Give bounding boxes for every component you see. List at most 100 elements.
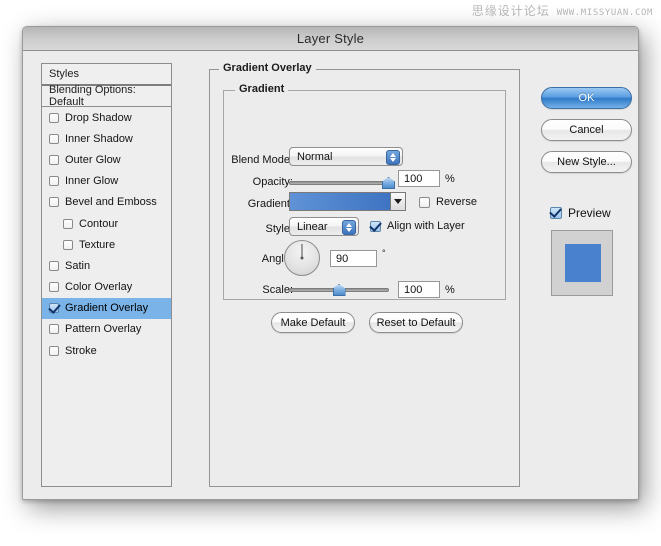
blend-mode-value: Normal bbox=[297, 150, 333, 163]
gradient-swatch[interactable] bbox=[289, 192, 406, 211]
sidebar-item-label: Outer Glow bbox=[65, 153, 121, 166]
gradient-picker-button[interactable] bbox=[390, 193, 405, 210]
new-style-label: New Style... bbox=[557, 156, 616, 168]
dialog-title: Layer Style bbox=[296, 31, 365, 46]
sidebar-item-satin[interactable]: Satin bbox=[42, 255, 171, 276]
sidebar-item-contour[interactable]: Contour bbox=[42, 213, 171, 234]
angle-dial-hub-icon bbox=[300, 256, 304, 260]
styles-list: Drop Shadow Inner Shadow Outer Glow Inner G… bbox=[42, 107, 171, 361]
stepper-arrows-icon[interactable] bbox=[342, 219, 356, 235]
style-enable-checkbox[interactable] bbox=[49, 260, 59, 271]
reset-to-default-button[interactable]: Reset to Default bbox=[369, 312, 463, 333]
sidebar-item-gradient-overlay[interactable]: Gradient Overlay bbox=[42, 297, 171, 319]
watermark-url-text: WWW.MISSYUAN.COM bbox=[556, 8, 653, 18]
preview-swatch bbox=[565, 244, 601, 282]
chevron-down-icon bbox=[390, 157, 396, 162]
sidebar-item-label: Inner Glow bbox=[65, 175, 119, 188]
watermark-chinese-text: 思缘设计论坛 bbox=[471, 4, 550, 18]
style-enable-checkbox[interactable] bbox=[49, 303, 59, 314]
sidebar-item-inner-shadow[interactable]: Inner Shadow bbox=[42, 128, 171, 149]
dialog-body: Styles Blending Options: Default Drop Sh… bbox=[23, 51, 638, 499]
blending-options-label: Blending Options: Default bbox=[49, 84, 136, 108]
chevron-down-icon bbox=[394, 199, 402, 204]
gradient-overlay-group-title: Gradient Overlay bbox=[219, 62, 316, 74]
sidebar-item-blending-options[interactable]: Blending Options: Default bbox=[42, 84, 171, 108]
angle-dial[interactable] bbox=[284, 240, 320, 276]
sidebar-item-bevel-and-emboss[interactable]: Bevel and Emboss bbox=[42, 192, 171, 213]
style-enable-checkbox[interactable] bbox=[49, 282, 59, 293]
sidebar-item-drop-shadow[interactable]: Drop Shadow bbox=[42, 107, 171, 128]
reset-to-default-label: Reset to Default bbox=[376, 316, 456, 329]
sidebar-item-label: Gradient Overlay bbox=[65, 302, 149, 315]
reverse-checkbox[interactable] bbox=[419, 196, 430, 208]
sidebar-item-stroke[interactable]: Stroke bbox=[42, 340, 171, 361]
angle-value: 90 bbox=[336, 252, 349, 265]
style-enable-checkbox[interactable] bbox=[63, 218, 73, 229]
sidebar-item-label: Satin bbox=[65, 259, 91, 272]
sidebar-item-outer-glow[interactable]: Outer Glow bbox=[42, 149, 171, 170]
reverse-checkbox-row[interactable]: Reverse bbox=[419, 196, 477, 208]
opacity-slider-track[interactable] bbox=[289, 181, 395, 185]
blend-mode-label: Blend Mode: bbox=[231, 154, 293, 166]
style-enable-checkbox[interactable] bbox=[49, 112, 59, 123]
style-enable-checkbox[interactable] bbox=[49, 154, 59, 165]
screenshot-root: 思缘设计论坛 WWW.MISSYUAN.COM Layer Style Styl… bbox=[0, 0, 661, 546]
scale-input[interactable]: 100 bbox=[398, 281, 440, 298]
cancel-button[interactable]: Cancel bbox=[541, 119, 632, 141]
gradient-label: Gradient: bbox=[247, 198, 293, 210]
gradient-preview-fill bbox=[290, 193, 390, 210]
sidebar-item-label: Bevel and Emboss bbox=[65, 196, 157, 209]
angle-unit: ° bbox=[382, 248, 386, 258]
scale-unit: % bbox=[445, 284, 455, 296]
make-default-label: Make Default bbox=[280, 316, 346, 329]
sidebar-item-color-overlay[interactable]: Color Overlay bbox=[42, 277, 171, 298]
style-enable-checkbox[interactable] bbox=[49, 345, 59, 356]
ok-label: OK bbox=[578, 92, 595, 104]
style-enable-checkbox[interactable] bbox=[49, 324, 59, 335]
scale-label: Scale: bbox=[262, 284, 293, 296]
gradient-style-select[interactable]: Linear bbox=[289, 217, 359, 236]
cancel-label: Cancel bbox=[569, 124, 604, 136]
style-enable-checkbox[interactable] bbox=[49, 176, 59, 187]
opacity-label: Opacity: bbox=[252, 176, 293, 188]
preview-checkbox-row[interactable]: Preview bbox=[550, 206, 611, 220]
make-default-button[interactable]: Make Default bbox=[271, 312, 355, 333]
preview-checkbox[interactable] bbox=[550, 207, 562, 219]
align-with-layer-row[interactable]: Align with Layer bbox=[370, 220, 465, 232]
style-label: Style: bbox=[265, 223, 293, 235]
opacity-unit: % bbox=[445, 173, 455, 185]
new-style-button[interactable]: New Style... bbox=[541, 151, 632, 173]
gradient-style-value: Linear bbox=[297, 220, 328, 233]
sidebar-item-label: Texture bbox=[79, 238, 116, 251]
scale-value: 100 bbox=[404, 283, 423, 296]
chevron-up-icon bbox=[346, 222, 352, 227]
align-with-layer-checkbox[interactable] bbox=[370, 220, 381, 232]
style-enable-checkbox[interactable] bbox=[49, 133, 59, 144]
sidebar-item-inner-glow[interactable]: Inner Glow bbox=[42, 171, 171, 192]
angle-input[interactable]: 90 bbox=[330, 250, 377, 267]
opacity-input[interactable]: 100 bbox=[398, 170, 440, 187]
watermark: 思缘设计论坛 WWW.MISSYUAN.COM bbox=[472, 2, 653, 19]
gradient-subgroup-title: Gradient bbox=[235, 83, 289, 95]
ok-button[interactable]: OK bbox=[541, 87, 632, 109]
dialog-titlebar[interactable]: Layer Style bbox=[23, 27, 638, 51]
sidebar-item-texture[interactable]: Texture bbox=[42, 234, 171, 255]
opacity-value: 100 bbox=[404, 172, 423, 185]
layer-preview-thumbnail bbox=[551, 230, 613, 296]
styles-header-label: Styles bbox=[49, 68, 79, 80]
preview-label: Preview bbox=[568, 206, 611, 220]
chevron-up-icon bbox=[390, 152, 396, 157]
chevron-down-icon bbox=[346, 227, 352, 232]
styles-pane: Styles Blending Options: Default Drop Sh… bbox=[41, 63, 172, 487]
sidebar-item-pattern-overlay[interactable]: Pattern Overlay bbox=[42, 319, 171, 340]
sidebar-item-label: Pattern Overlay bbox=[65, 323, 142, 336]
blend-mode-select[interactable]: Normal bbox=[289, 147, 403, 166]
reverse-label: Reverse bbox=[436, 196, 477, 208]
sidebar-item-label: Inner Shadow bbox=[65, 132, 133, 145]
style-enable-checkbox[interactable] bbox=[49, 197, 59, 208]
stepper-arrows-icon[interactable] bbox=[386, 149, 400, 165]
style-enable-checkbox[interactable] bbox=[63, 239, 73, 250]
styles-pane-header[interactable]: Styles bbox=[42, 64, 171, 86]
sidebar-item-label: Drop Shadow bbox=[65, 111, 132, 124]
sidebar-item-label: Contour bbox=[79, 217, 119, 230]
